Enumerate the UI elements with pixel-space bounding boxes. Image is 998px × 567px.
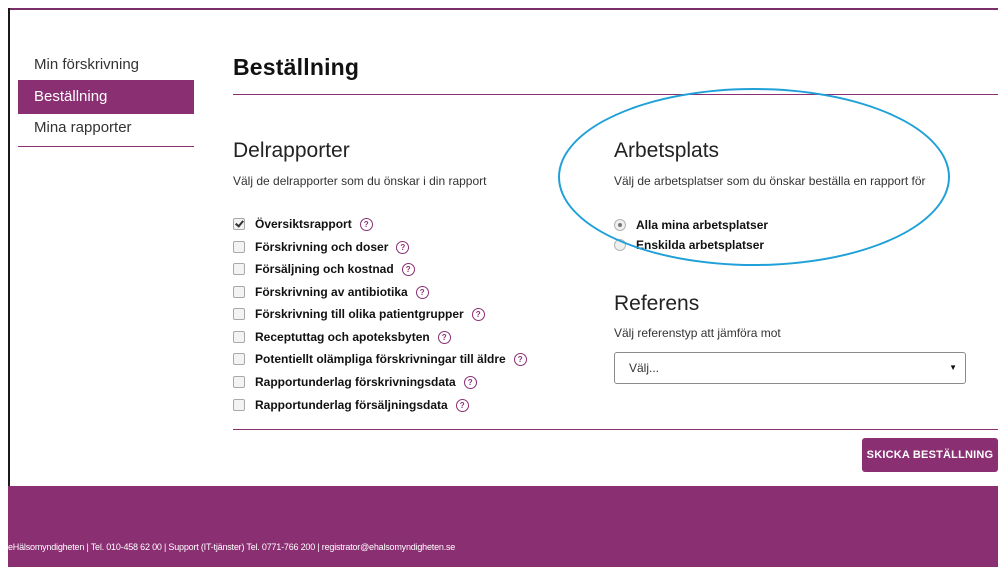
help-icon[interactable]: ?: [415, 285, 429, 299]
report-option-label: Receptuttag och apoteksbyten: [255, 330, 430, 344]
help-icon[interactable]: ?: [471, 307, 485, 321]
workplace-option-individual[interactable]: Enskilda arbetsplatser: [614, 236, 764, 254]
footer: eHälsomyndigheten | Tel. 010-458 62 00 |…: [8, 486, 998, 567]
report-option-label: Förskrivning och doser: [255, 240, 389, 254]
report-checkbox[interactable]: [233, 331, 245, 343]
workplace-option-label: Enskilda arbetsplatser: [636, 238, 765, 252]
report-option-label: Rapportunderlag förskrivningsdata: [255, 375, 456, 389]
report-option-label: Rapportunderlag försäljningsdata: [255, 398, 448, 412]
delrapporter-subtitle: Välj de delrapporter som du önskar i din…: [233, 174, 487, 188]
report-checkbox[interactable]: [233, 218, 245, 230]
chevron-down-icon: ▼: [949, 363, 957, 372]
help-icon[interactable]: ?: [513, 352, 527, 366]
page-title: Beställning: [233, 54, 360, 80]
report-checkbox[interactable]: [233, 353, 245, 365]
send-order-button[interactable]: SKICKA BESTÄLLNING: [862, 438, 998, 472]
workplace-option-label: Alla mina arbetsplatser: [636, 218, 769, 232]
report-option-label: Försäljning och kostnad: [255, 262, 394, 276]
form-divider: [233, 429, 998, 430]
workplace-radio[interactable]: [614, 239, 626, 251]
referens-subtitle: Välj referenstyp att jämföra mot: [614, 326, 781, 340]
report-checkbox[interactable]: [233, 376, 245, 388]
workplace-radio[interactable]: [614, 219, 626, 231]
help-icon[interactable]: ?: [437, 330, 451, 344]
help-icon[interactable]: ?: [455, 398, 469, 412]
report-option[interactable]: Översiktsrapport ?: [233, 215, 373, 233]
arbetsplats-subtitle: Välj de arbetsplatser som du önskar best…: [614, 174, 926, 188]
help-icon[interactable]: ?: [401, 262, 415, 276]
report-option[interactable]: Rapportunderlag försäljningsdata ?: [233, 396, 469, 414]
select-value: Välj...: [629, 361, 660, 375]
report-option[interactable]: Förskrivning av antibiotika ?: [233, 283, 429, 301]
report-option-label: Översiktsrapport: [255, 217, 352, 231]
sidebar-item-mina-rapporter[interactable]: Mina rapporter: [18, 114, 194, 147]
report-option[interactable]: Receptuttag och apoteksbyten ?: [233, 328, 451, 346]
sidebar-item-bestallning[interactable]: Beställning: [18, 80, 194, 114]
report-checkbox[interactable]: [233, 308, 245, 320]
report-checkbox[interactable]: [233, 241, 245, 253]
report-checkbox[interactable]: [233, 286, 245, 298]
help-icon[interactable]: ?: [396, 240, 410, 254]
top-border: [8, 8, 998, 10]
report-checkbox[interactable]: [233, 263, 245, 275]
report-checkbox[interactable]: [233, 399, 245, 411]
sidebar-nav: Min förskrivning Beställning Mina rappor…: [18, 50, 194, 147]
arbetsplats-heading: Arbetsplats: [614, 139, 720, 162]
reference-type-select[interactable]: Välj... ▼: [614, 352, 966, 384]
delrapporter-heading: Delrapporter: [233, 139, 350, 162]
report-option-label: Förskrivning till olika patientgrupper: [255, 307, 464, 321]
left-border: [8, 8, 10, 486]
workplace-option-all[interactable]: Alla mina arbetsplatser: [614, 216, 768, 234]
sidebar-item-min-forskrivning[interactable]: Min förskrivning: [18, 50, 194, 80]
report-option-label: Förskrivning av antibiotika: [255, 285, 408, 299]
report-option-label: Potentiellt olämpliga förskrivningar til…: [255, 352, 506, 366]
report-option[interactable]: Rapportunderlag förskrivningsdata ?: [233, 373, 477, 391]
help-icon[interactable]: ?: [463, 375, 477, 389]
report-option[interactable]: Potentiellt olämpliga förskrivningar til…: [233, 350, 527, 368]
footer-contact-text: eHälsomyndigheten | Tel. 010-458 62 00 |…: [8, 542, 456, 552]
report-option[interactable]: Försäljning och kostnad ?: [233, 260, 415, 278]
help-icon[interactable]: ?: [359, 217, 373, 231]
report-option[interactable]: Förskrivning och doser ?: [233, 238, 410, 256]
title-divider: [233, 94, 998, 95]
report-option[interactable]: Förskrivning till olika patientgrupper ?: [233, 305, 485, 323]
referens-heading: Referens: [614, 292, 700, 315]
